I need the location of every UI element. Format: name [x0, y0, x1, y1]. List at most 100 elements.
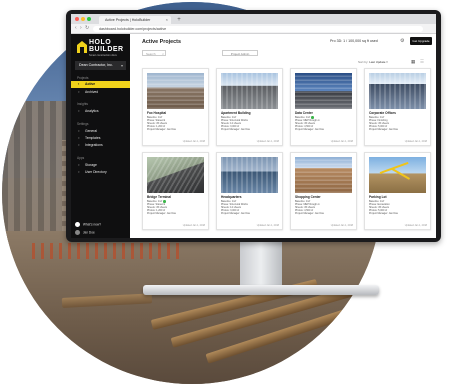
project-thumbnail [295, 157, 352, 193]
project-detail: Project Manager: Jan Doe [147, 212, 177, 215]
sidebar-item-storage[interactable]: ▫ Storage [71, 162, 130, 169]
sidebar-item-label: General [85, 129, 98, 133]
project-card[interactable]: Data Center Baseline: 1/2/ Phase: MEP Ro… [290, 68, 357, 146]
brand-name: HOLO BUILDER [89, 39, 124, 53]
close-icon[interactable]: × [166, 16, 168, 24]
sort-dropdown[interactable]: Sort by: Last Update ▾ [358, 60, 388, 64]
main-content: Active Projects Pro 3D: 1 / 100,000 sq f… [130, 34, 436, 238]
sidebar-item-label: Integrations [85, 143, 103, 147]
project-detail: Project Manager: Jan Doe [221, 212, 251, 215]
updated-date: Updated Jan 1, 2018 [256, 224, 279, 227]
sidebar-item-label: Active [85, 82, 96, 86]
user-menu[interactable]: Jan Doe [75, 230, 95, 235]
sidebar-item-integrations[interactable]: ▫ Integrations [71, 142, 130, 149]
sidebar-item-label: Analytics [85, 109, 99, 113]
window-minimize-dot[interactable] [81, 17, 85, 21]
reload-icon[interactable]: ↻ [85, 25, 89, 32]
brand-logo[interactable]: HOLO BUILDER Smart construction docs [77, 39, 127, 59]
project-name: Corporate Offices [369, 111, 396, 115]
updated-date: Updated Jan 1, 2018 [182, 224, 205, 227]
folder-icon: ▪ [78, 82, 80, 86]
project-detail: Project Manager: Jan Doe [369, 128, 399, 131]
avatar [75, 230, 80, 235]
project-detail: Project Manager: Jan Doe [295, 128, 325, 131]
project-card[interactable]: Shopping Center Baseline: 1/2/ Phase: ME… [290, 152, 357, 230]
sidebar-item-user-directory[interactable]: ▫ User Directory [71, 169, 130, 176]
search-placeholder: Search [146, 52, 156, 56]
browser-tab[interactable]: Active Projects | HoloBuilder × [99, 16, 171, 24]
whats-new-link[interactable]: What's new? [75, 222, 101, 227]
project-detail: Project Manager: Jan Doe [369, 212, 399, 215]
project-card[interactable]: Bridge Terminal Baseline: 1/2/ Phase: Si… [142, 152, 209, 230]
monitor-stand [240, 242, 282, 286]
section-label-projects: Projects [77, 76, 89, 80]
holobuilder-app: HOLO BUILDER Smart construction docs Dea… [71, 34, 436, 238]
updated-date: Updated Jan 1, 2018 [330, 224, 353, 227]
page-title: Active Projects [142, 39, 181, 45]
window-maximize-dot[interactable] [87, 17, 91, 21]
sidebar-item-templates[interactable]: ▫ Templates [71, 135, 130, 142]
project-name: Shopping Center [295, 195, 321, 199]
project-detail: Project Manager: Jan Doe [295, 212, 325, 215]
sidebar-item-label: Storage [85, 163, 97, 167]
project-card[interactable]: Parking Lot Baseline: 1/2/ Phase: Excava… [364, 152, 431, 230]
project-thumbnail [221, 157, 278, 193]
project-name: Headquarters [221, 195, 242, 199]
company-name: Dean Contractor, Inc. [79, 63, 113, 67]
project-card[interactable]: Fox Hospital Baseline: 1/2/ Phase: Sitew… [142, 68, 209, 146]
updated-date: Updated Jan 1, 2018 [404, 140, 427, 143]
project-thumbnail [369, 157, 426, 193]
photo-rebar [32, 242, 182, 259]
updated-date: Updated Jan 1, 2018 [256, 140, 279, 143]
gear-icon: ▫ [78, 129, 80, 133]
chart-icon: ▫ [78, 109, 80, 113]
usage-meter: Pro 3D: 1 / 100,000 sq ft used [330, 39, 378, 43]
browser-tab-bar: Active Projects | HoloBuilder × + [71, 14, 436, 24]
users-icon: ▫ [78, 170, 80, 174]
search-input[interactable]: Search ⌕ [142, 50, 166, 56]
screen: Active Projects | HoloBuilder × + ‹ › ↻ … [71, 14, 436, 238]
sidebar-item-active[interactable]: ▪ Active [71, 81, 130, 88]
sort-label: Sort by: [358, 60, 369, 64]
brand-tagline: Smart construction docs [89, 54, 117, 57]
sidebar-item-analytics[interactable]: ▫ Analytics [71, 108, 130, 115]
project-admin-button[interactable]: Project Admin [222, 50, 258, 56]
sidebar-item-general[interactable]: ▫ General [71, 128, 130, 135]
grid-view-icon[interactable]: ▦ [411, 59, 415, 65]
updated-date: Updated Jan 1, 2018 [330, 140, 353, 143]
search-icon: ⌕ [162, 52, 164, 56]
project-detail: Project Manager: Jan Doe [147, 128, 177, 131]
sidebar-item-label: User Directory [85, 170, 107, 174]
project-name: Bridge Terminal [147, 195, 172, 199]
window-close-dot[interactable] [75, 17, 79, 21]
forward-arrow-icon[interactable]: › [80, 25, 82, 32]
browser-address-bar: ‹ › ↻ dashboard.holobuilder.com/projects… [71, 24, 436, 34]
whats-new-label: What's new? [82, 222, 102, 227]
section-label-settings: Settings [77, 122, 89, 126]
storage-icon: ▫ [78, 163, 80, 167]
settings-gear-icon[interactable]: ⚙ [400, 38, 404, 44]
upgrade-button[interactable]: Get Upgrade [410, 37, 432, 45]
project-name: Parking Lot [369, 195, 387, 199]
user-name: Jan Doe [82, 230, 95, 235]
back-arrow-icon[interactable]: ‹ [75, 25, 77, 32]
help-icon [75, 222, 80, 227]
archive-icon: ▫ [78, 90, 80, 94]
sort-value: Last Update [369, 60, 386, 64]
project-name: Data Center [295, 111, 313, 115]
list-view-icon[interactable]: ☰ [420, 59, 424, 65]
project-detail: Project Manager: Jan Doe [221, 128, 251, 131]
project-thumbnail [147, 73, 204, 109]
template-icon: ▫ [78, 136, 80, 140]
sidebar-item-label: Templates [85, 136, 101, 140]
url-field[interactable]: dashboard.holobuilder.com/projects/activ… [93, 25, 423, 32]
new-tab-button[interactable]: + [174, 16, 184, 24]
logo-mark-icon [77, 41, 87, 53]
section-label-insights: Insights [77, 102, 88, 106]
project-card[interactable]: Apartment Building Baseline: 1/2/ Phase:… [216, 68, 283, 146]
project-card[interactable]: Headquarters Baseline: 1/2/ Phase: Struc… [216, 152, 283, 230]
project-card[interactable]: Corporate Offices Baseline: 1/2/ Phase: … [364, 68, 431, 146]
sidebar-item-archived[interactable]: ▫ Archived [71, 89, 130, 96]
company-switcher[interactable]: Dean Contractor, Inc. ▾ [75, 61, 126, 70]
monitor: Active Projects | HoloBuilder × + ‹ › ↻ … [66, 10, 441, 242]
